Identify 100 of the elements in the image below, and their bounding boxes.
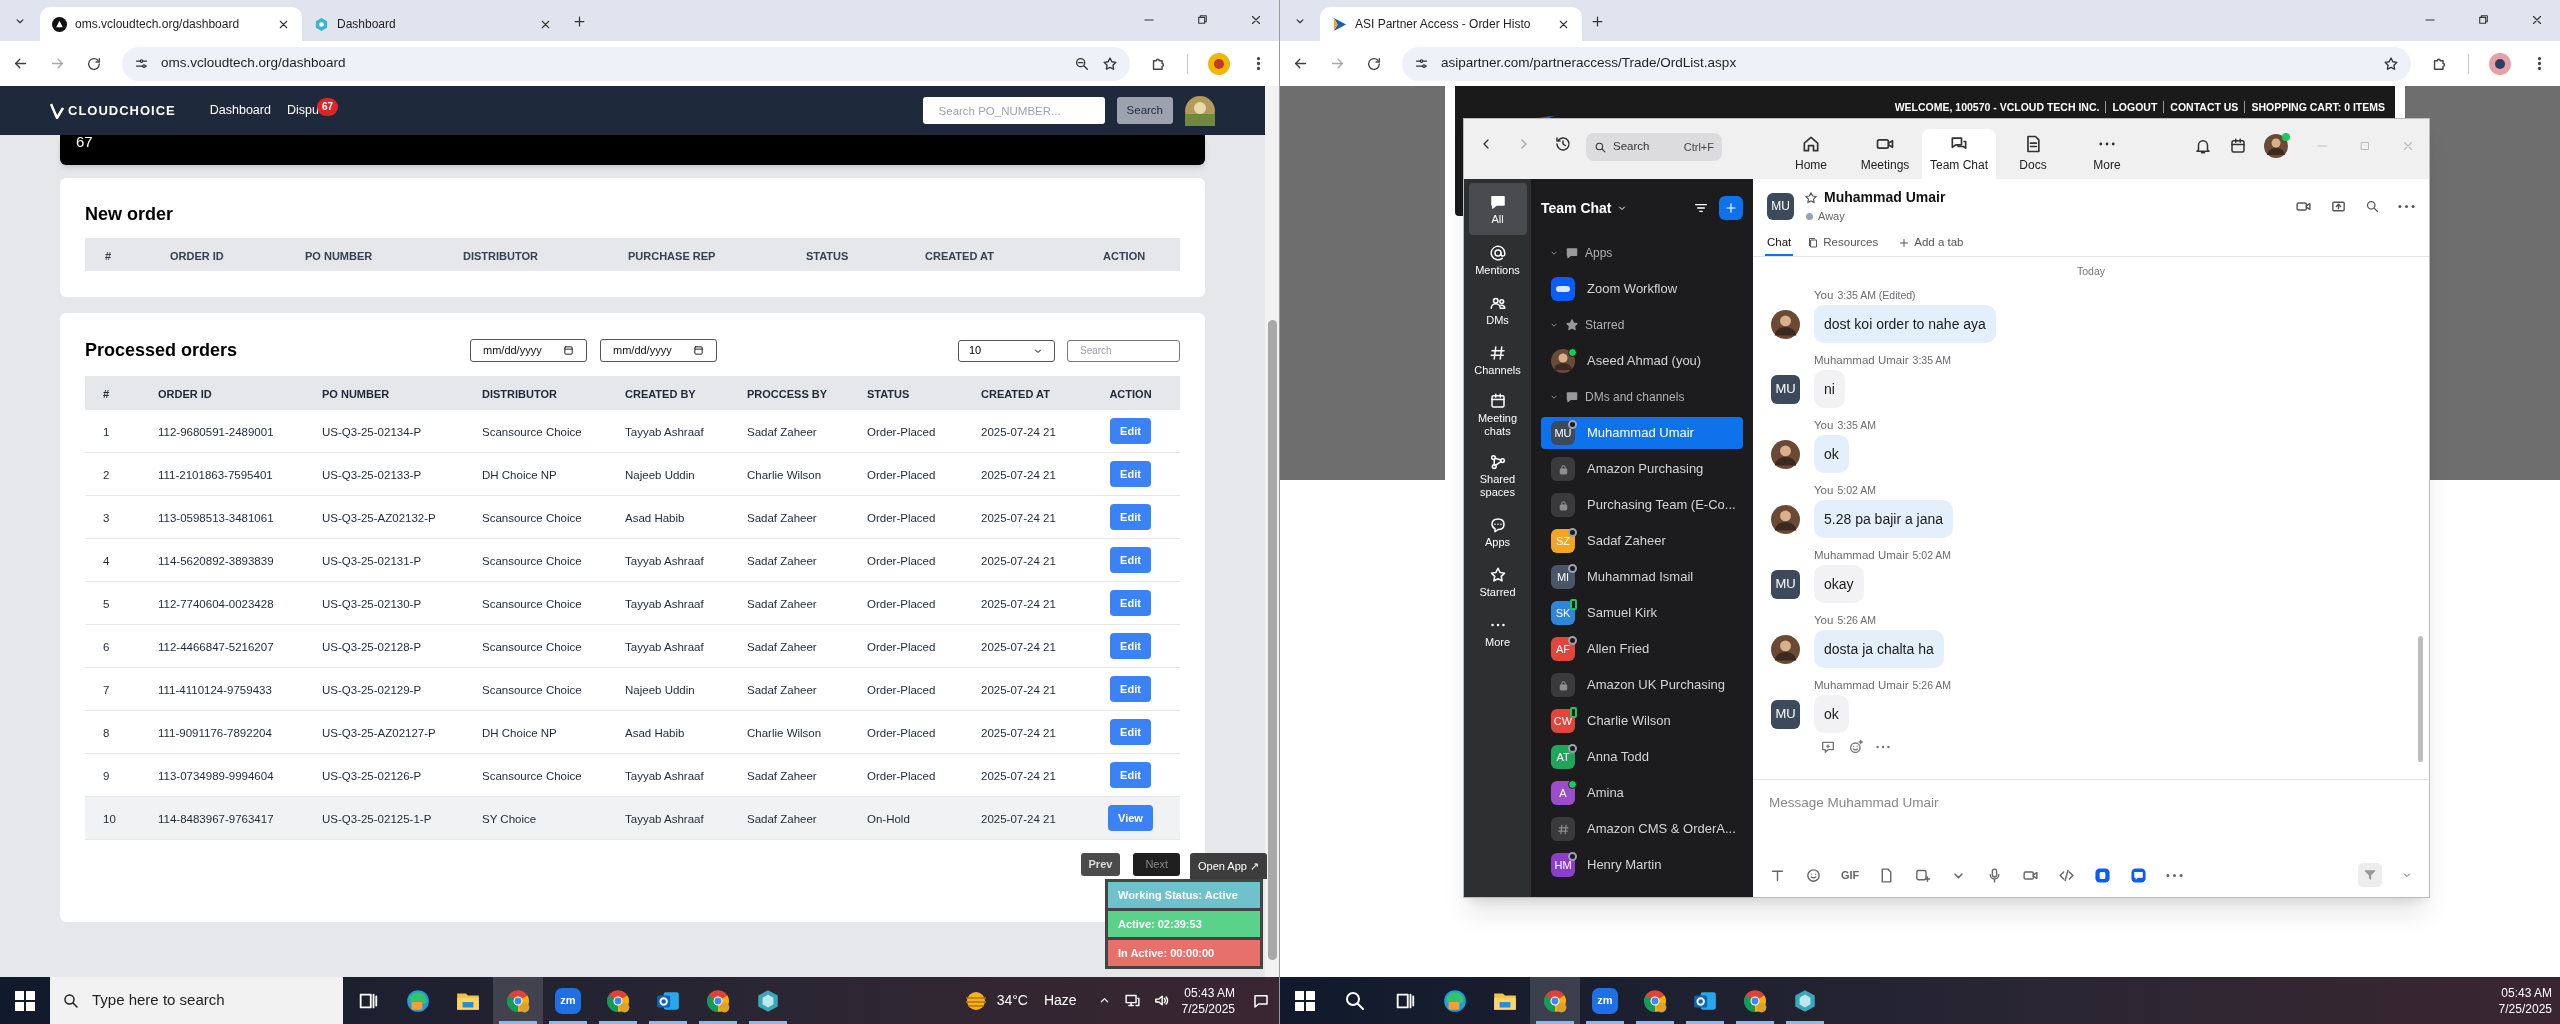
scrollbar-thumb[interactable] — [1267, 320, 1277, 960]
rail-item[interactable]: More — [1468, 607, 1527, 657]
po-search-field[interactable]: Search PO_NUMBER... — [922, 97, 1105, 124]
app-icon[interactable] — [2094, 866, 2112, 884]
message-input[interactable]: Message Muhammad Umair — [1769, 790, 2413, 814]
chrome-browser-icon[interactable] — [1542, 987, 1568, 1014]
chat-list-item[interactable]: Aseed Ahmad (you) — [1541, 345, 1743, 377]
next-button[interactable]: Next — [1133, 853, 1180, 876]
app-icon[interactable] — [1792, 987, 1818, 1014]
clock-time[interactable]: 05:43 AM — [1184, 984, 1235, 1001]
chat-tab[interactable]: Chat — [1765, 232, 1794, 256]
chat-list-item[interactable]: AF Allen Fried — [1541, 633, 1743, 665]
page-size-select[interactable]: 10 — [958, 339, 1055, 362]
clock-date[interactable]: 7/25/2025 — [2498, 1000, 2552, 1017]
chat-list-item[interactable]: Amazon Purchasing — [1541, 453, 1743, 485]
row-action-button[interactable]: Edit — [1110, 547, 1151, 573]
restore-icon[interactable] — [1196, 13, 1209, 26]
network-icon[interactable] — [1123, 992, 1141, 1009]
row-action-button[interactable]: Edit — [1110, 719, 1151, 745]
chrome-browser-icon[interactable] — [705, 987, 731, 1014]
browser-tab[interactable]: oms.vcloudtech.org/dashboard — [40, 7, 302, 41]
chat-list-item[interactable]: MU Muhammad Umair — [1541, 417, 1743, 449]
zoom-icon[interactable] — [1074, 55, 1090, 72]
clock-time[interactable]: 05:43 AM — [2501, 984, 2552, 1001]
clock-date[interactable]: 7/25/2025 — [1181, 1000, 1235, 1017]
profile-avatar[interactable] — [1208, 52, 1230, 75]
chrome-browser-icon[interactable] — [605, 987, 631, 1014]
nav-link[interactable]: Dashboard — [209, 101, 271, 120]
search-icon[interactable] — [2365, 198, 2380, 214]
chat-list-item[interactable]: Amazon UK Purchasing — [1541, 669, 1743, 701]
row-action-button[interactable]: View — [1108, 805, 1153, 831]
row-action-button[interactable]: Edit — [1110, 676, 1151, 702]
chat-list-item[interactable]: SZ Sadaf Zaheer — [1541, 525, 1743, 557]
emoji-icon[interactable] — [1805, 866, 1822, 884]
history-icon[interactable] — [1554, 135, 1572, 153]
search-field[interactable]: Search Ctrl+F — [1586, 133, 1722, 161]
address-bar[interactable]: oms.vcloudtech.org/dashboard — [122, 46, 1130, 81]
rail-item[interactable]: Channels — [1468, 335, 1527, 385]
chat-tab[interactable]: Add a tab — [1892, 232, 1970, 256]
date-field[interactable]: mm/dd/yyyy — [470, 339, 587, 362]
rail-item[interactable]: Meeting chats — [1468, 385, 1527, 445]
taskbar-button[interactable]: zm — [1580, 977, 1630, 1024]
add-reaction-icon[interactable] — [1848, 739, 1864, 755]
top-tab[interactable]: More — [2070, 129, 2144, 179]
chat-list-item[interactable]: Zoom Workflow — [1541, 273, 1743, 305]
chat-list-item[interactable]: AT Anna Todd — [1541, 741, 1743, 773]
chrome-browser-icon[interactable] — [1642, 987, 1668, 1014]
top-tab[interactable]: Meetings — [1848, 129, 1922, 179]
taskbar-button[interactable]: zm — [543, 977, 593, 1024]
nav-link[interactable]: Dispu — [286, 101, 319, 120]
app-icon[interactable] — [2130, 866, 2148, 884]
section-header[interactable]: Apps — [1585, 244, 1613, 262]
star-icon[interactable] — [1804, 190, 1818, 205]
row-action-button[interactable]: Edit — [1110, 418, 1151, 444]
scrollbar-thumb[interactable] — [2418, 636, 2423, 762]
chat-list-item[interactable]: A Amina — [1541, 777, 1743, 809]
section-header[interactable]: Starred — [1585, 316, 1625, 334]
calendar-icon[interactable] — [2229, 137, 2247, 155]
top-tab[interactable]: Home — [1774, 129, 1848, 179]
row-action-button[interactable]: Edit — [1110, 504, 1151, 530]
new-tab-icon[interactable] — [1590, 14, 1605, 29]
taskbar-search-field[interactable]: Type here to search — [50, 977, 343, 1024]
header-link[interactable]: CONTACT US — [2170, 100, 2239, 116]
chat-list-item[interactable]: Amazon CMS & OrderA... — [1541, 813, 1743, 845]
restore-icon[interactable] — [2477, 13, 2490, 26]
bookmark-star-icon[interactable] — [1102, 55, 1118, 72]
open-app-tab[interactable]: Open App ↗ — [1190, 853, 1267, 879]
prev-button[interactable]: Prev — [1080, 853, 1121, 876]
top-tab[interactable]: Docs — [1996, 129, 2070, 179]
row-action-button[interactable]: Edit — [1110, 461, 1151, 487]
rail-item[interactable]: Shared spaces — [1468, 445, 1527, 507]
section-header[interactable]: DMs and channels — [1585, 388, 1685, 406]
reload-icon[interactable] — [86, 55, 102, 72]
address-bar[interactable]: asipartner.com/partneraccess/Trade/OrdList.aspx — [1402, 46, 2411, 81]
new-chat-button[interactable] — [1719, 196, 1743, 220]
browser-tab[interactable]: ASI Partner Access - Order Histo — [1320, 7, 1582, 41]
rail-item[interactable]: Mentions — [1468, 235, 1527, 285]
row-action-button[interactable]: Edit — [1110, 762, 1151, 788]
rail-item[interactable]: All — [1468, 183, 1527, 235]
table-search-field[interactable]: Search — [1067, 339, 1180, 362]
chrome-browser-icon[interactable] — [505, 987, 531, 1014]
chat-list-item[interactable]: HM Henry Martin — [1541, 849, 1743, 881]
edge-browser-icon[interactable] — [1442, 987, 1468, 1014]
zoom-app-icon[interactable]: zm — [1592, 987, 1618, 1014]
header-link[interactable]: LOGOUT — [2112, 100, 2158, 116]
rail-item[interactable]: Starred — [1468, 557, 1527, 607]
close-icon[interactable] — [1249, 13, 1263, 27]
reload-icon[interactable] — [1366, 55, 1382, 72]
row-action-button[interactable]: Edit — [1110, 633, 1151, 659]
date-field[interactable]: mm/dd/yyyy — [600, 339, 717, 362]
chat-list-item[interactable]: Purchasing Team (E-Co... — [1541, 489, 1743, 521]
close-icon[interactable] — [2530, 13, 2544, 27]
chrome-browser-icon[interactable] — [1742, 987, 1768, 1014]
header-link[interactable]: WELCOME, 100570 - VCLOUD TECH INC. — [1894, 100, 2100, 116]
new-tab-icon[interactable] — [572, 14, 587, 29]
header-link[interactable]: SHOPPING CART: 0 ITEMS — [2251, 100, 2385, 116]
top-tab[interactable]: Team Chat — [1922, 129, 1996, 179]
rail-item[interactable]: DMs — [1468, 285, 1527, 335]
search-button[interactable]: Search — [1116, 97, 1173, 124]
weather-widget[interactable]: 34°C Haze — [962, 989, 1077, 1012]
